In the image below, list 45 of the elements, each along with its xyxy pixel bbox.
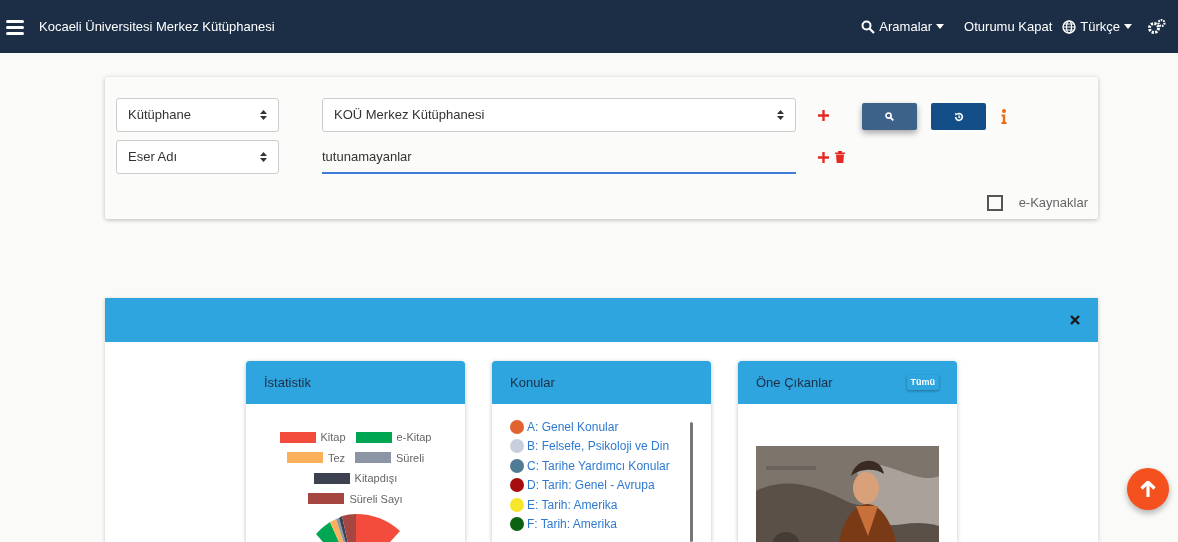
sort-icon (777, 110, 784, 120)
card-title: İstatistik (264, 373, 311, 392)
legend-label[interactable]: e-Kitap (396, 429, 432, 446)
sort-icon (260, 152, 267, 162)
trash-icon[interactable] (835, 151, 845, 163)
field-select[interactable]: Kütüphane (116, 98, 279, 132)
search-input[interactable]: tutunamayanlar (322, 140, 796, 174)
card-title: Öne Çıkanlar (756, 373, 833, 392)
sort-icon (260, 110, 267, 120)
caret-icon (936, 24, 945, 29)
menu-icon[interactable] (6, 18, 24, 35)
plus-icon[interactable] (818, 151, 829, 163)
subject-link[interactable]: F: Tarih: Amerika (527, 515, 617, 534)
searches-menu[interactable]: Aramalar (861, 16, 945, 37)
subject-link[interactable]: D: Tarih: Genel - Avrupa (527, 476, 655, 495)
site-title[interactable]: Kocaeli Üniversitesi Merkez Kütüphanesi (39, 16, 275, 37)
globe-icon (1062, 19, 1077, 34)
legend-label[interactable]: Kitap (320, 429, 346, 446)
search-button[interactable] (862, 103, 917, 130)
reset-button[interactable] (931, 103, 986, 130)
language-menu[interactable]: Türkçe (1062, 16, 1132, 37)
search-icon (861, 19, 876, 34)
subject-link[interactable]: C: Tarihe Yardımcı Konular (527, 456, 670, 475)
legend-label[interactable]: Kitapdışı (354, 470, 398, 487)
card-title: Konular (510, 373, 555, 392)
subject-link[interactable]: B: Felsefe, Psikoloji ve Din (527, 437, 670, 456)
scroll-top-button[interactable] (1127, 468, 1169, 510)
close-icon[interactable] (1070, 315, 1080, 325)
logout-link[interactable]: Oturumu Kapat (964, 16, 1053, 37)
arrow-up-icon (1140, 480, 1156, 498)
legend-label[interactable]: Süreli Sayı (349, 490, 403, 507)
subject-link[interactable]: A: Genel Konular (527, 417, 619, 436)
e-resources-checkbox[interactable]: e-Kaynaklar (986, 193, 1088, 213)
field-select[interactable]: Eser Adı (116, 140, 279, 174)
history-icon (953, 111, 964, 122)
caret-icon (1124, 24, 1132, 29)
settings-icon[interactable] (1148, 18, 1166, 35)
info-icon[interactable] (1001, 109, 1007, 124)
library-select[interactable]: KOÜ Merkez Kütüphanesi (322, 98, 796, 132)
subject-link[interactable]: E: Tarih: Amerika (527, 495, 618, 514)
legend-label[interactable]: Süreli (396, 449, 425, 466)
legend-label[interactable]: Tez (327, 449, 345, 466)
scrollbar[interactable] (690, 422, 693, 542)
plus-icon[interactable] (818, 109, 829, 121)
search-icon (885, 112, 894, 121)
